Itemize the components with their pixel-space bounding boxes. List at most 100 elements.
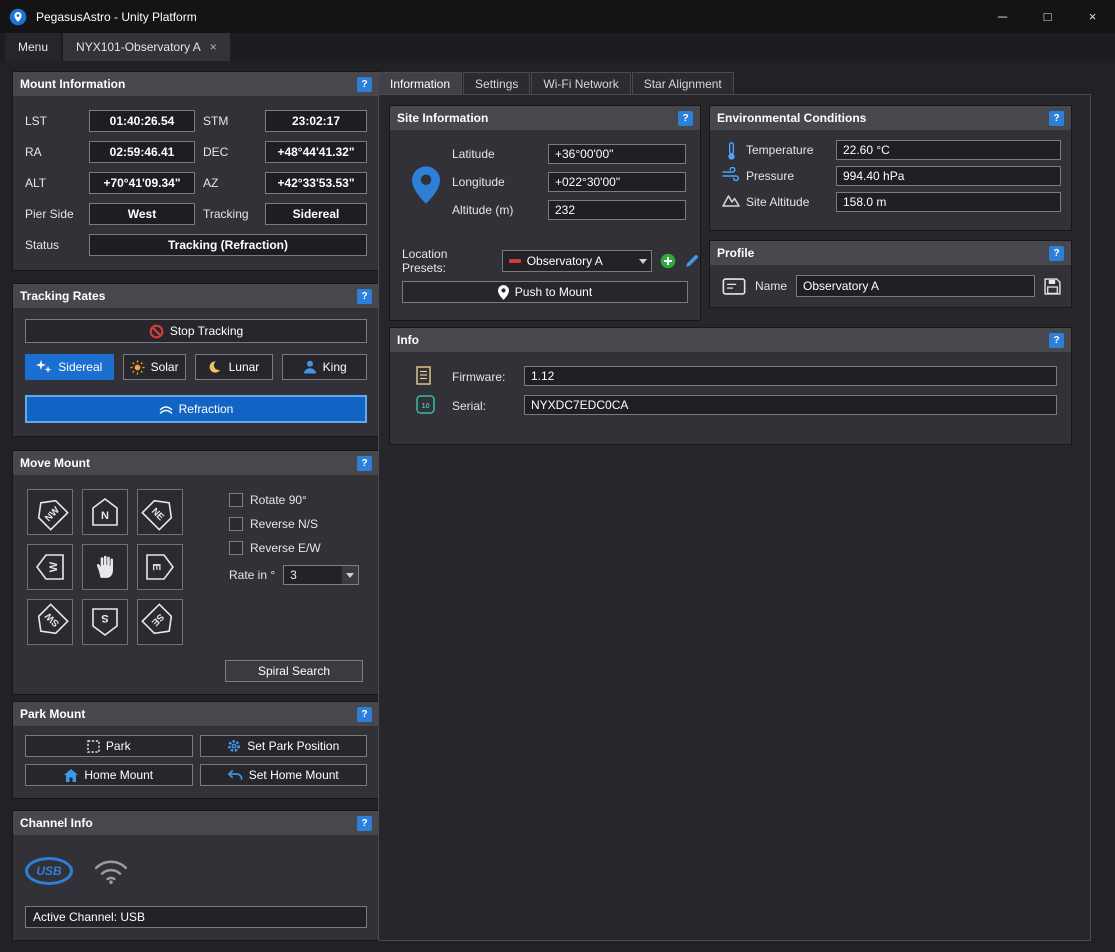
main-tabbar: Menu NYX101-Observatory A × xyxy=(0,33,1115,61)
tab-device[interactable]: NYX101-Observatory A × xyxy=(63,33,230,61)
temperature-label: Temperature xyxy=(746,143,813,157)
serial-row: 10 Serial: NYXDC7EDC0CA xyxy=(390,395,1071,417)
svg-text:W: W xyxy=(48,561,60,572)
stm-label: STM xyxy=(203,114,257,128)
pin-icon xyxy=(498,285,509,300)
sun-icon xyxy=(130,360,145,375)
home-mount-button[interactable]: Home Mount xyxy=(25,764,193,786)
location-preset-select[interactable]: Observatory A xyxy=(502,250,652,272)
e-shield-icon: E xyxy=(144,551,176,583)
close-button[interactable]: × xyxy=(1070,0,1115,33)
reverse-ew-label: Reverse E/W xyxy=(250,541,321,555)
set-park-position-button[interactable]: Set Park Position xyxy=(200,735,368,757)
tab-settings[interactable]: Settings xyxy=(463,72,530,95)
help-icon[interactable]: ? xyxy=(357,77,372,92)
se-shield-icon: SE xyxy=(137,599,182,644)
temperature-value: 22.60 °C xyxy=(836,140,1061,160)
move-ne-button[interactable]: NE xyxy=(137,489,183,535)
s-shield-icon: S xyxy=(89,606,121,638)
latitude-input[interactable] xyxy=(548,144,686,164)
pressure-row: Pressure 994.40 hPa xyxy=(710,166,1071,188)
environmental-conditions-panel: Environmental Conditions ? Temperature 2… xyxy=(709,105,1072,231)
solar-rate-button[interactable]: Solar xyxy=(123,354,186,380)
help-icon[interactable]: ? xyxy=(357,707,372,722)
tab-wifi-network-label: Wi-Fi Network xyxy=(543,77,618,91)
sidereal-rate-button[interactable]: Sidereal xyxy=(25,354,114,380)
edit-preset-icon[interactable] xyxy=(684,253,700,269)
status-value: Tracking (Refraction) xyxy=(89,234,367,256)
pressure-icon xyxy=(721,167,741,181)
altitude-input[interactable] xyxy=(548,200,686,220)
move-e-button[interactable]: E xyxy=(137,544,183,590)
move-s-button[interactable]: S xyxy=(82,599,128,645)
park-mount-panel: Park Mount ? Park Set Park Position xyxy=(12,701,380,799)
profile-title: Profile xyxy=(717,246,1049,260)
lunar-rate-button[interactable]: Lunar xyxy=(195,354,274,380)
site-information-title: Site Information xyxy=(397,111,678,125)
dec-label: DEC xyxy=(203,145,257,159)
move-sw-button[interactable]: SW xyxy=(27,599,73,645)
tab-information[interactable]: Information xyxy=(378,72,462,95)
ra-value: 02:59:46.41 xyxy=(89,141,195,163)
stop-move-button[interactable] xyxy=(82,544,128,590)
tab-star-alignment[interactable]: Star Alignment xyxy=(632,72,734,95)
solar-label: Solar xyxy=(151,360,179,374)
mountain-icon xyxy=(721,193,741,207)
reverse-ew-checkbox[interactable] xyxy=(229,541,243,555)
latitude-row: Latitude xyxy=(390,144,700,164)
pier-side-value: West xyxy=(89,203,195,225)
chevron-down-icon[interactable] xyxy=(635,251,651,271)
help-icon[interactable]: ? xyxy=(357,816,372,831)
alt-label: ALT xyxy=(25,176,81,190)
tracking-rates-title: Tracking Rates xyxy=(20,289,357,303)
reverse-ns-checkbox[interactable] xyxy=(229,517,243,531)
profile-header: Profile ? xyxy=(710,241,1071,265)
tab-close-icon[interactable]: × xyxy=(210,40,217,54)
site-information-panel: Site Information ? Latitude Longitude Al… xyxy=(389,105,701,321)
card-icon xyxy=(722,278,746,295)
push-to-mount-label: Push to Mount xyxy=(515,285,592,299)
park-button[interactable]: Park xyxy=(25,735,193,757)
longitude-input[interactable] xyxy=(548,172,686,192)
add-preset-icon[interactable] xyxy=(660,253,676,269)
rate-select[interactable]: 3 xyxy=(283,565,359,585)
king-rate-button[interactable]: King xyxy=(282,354,367,380)
chevron-down-icon[interactable] xyxy=(342,566,358,584)
rotate-90-checkbox[interactable] xyxy=(229,493,243,507)
rate-row: Rate in ° 3 xyxy=(229,565,369,585)
tab-menu-label: Menu xyxy=(18,40,48,54)
mount-information-title: Mount Information xyxy=(20,77,357,91)
move-se-button[interactable]: SE xyxy=(137,599,183,645)
help-icon[interactable]: ? xyxy=(1049,246,1064,261)
push-to-mount-button[interactable]: Push to Mount xyxy=(402,281,688,303)
king-label: King xyxy=(323,360,347,374)
move-mount-title: Move Mount xyxy=(20,456,357,470)
help-icon[interactable]: ? xyxy=(1049,111,1064,126)
help-icon[interactable]: ? xyxy=(357,456,372,471)
preset-remove-icon[interactable] xyxy=(509,259,521,263)
tab-wifi-network[interactable]: Wi-Fi Network xyxy=(531,72,630,95)
help-icon[interactable]: ? xyxy=(1049,333,1064,348)
spiral-search-button[interactable]: Spiral Search xyxy=(225,660,363,682)
firmware-row: Firmware: 1.12 xyxy=(390,366,1071,388)
tab-menu[interactable]: Menu xyxy=(5,33,61,61)
tracking-label: Tracking xyxy=(203,207,257,221)
serial-value: NYXDC7EDC0CA xyxy=(524,395,1057,415)
mount-information-header: Mount Information ? xyxy=(13,72,379,96)
profile-name-input[interactable] xyxy=(796,275,1035,297)
ra-label: RA xyxy=(25,145,81,159)
move-w-button[interactable]: W xyxy=(27,544,73,590)
stop-tracking-button[interactable]: Stop Tracking xyxy=(25,319,367,343)
help-icon[interactable]: ? xyxy=(678,111,693,126)
lst-value: 01:40:26.54 xyxy=(89,110,195,132)
active-channel-box: Active Channel: USB xyxy=(25,906,367,928)
save-icon[interactable] xyxy=(1044,278,1061,295)
move-nw-button[interactable]: NW xyxy=(27,489,73,535)
help-icon[interactable]: ? xyxy=(357,289,372,304)
move-n-button[interactable]: N xyxy=(82,489,128,535)
mount-info-grid: LST 01:40:26.54 STM 23:02:17 RA 02:59:46… xyxy=(13,96,379,270)
refraction-button[interactable]: Refraction xyxy=(25,395,367,423)
maximize-button[interactable]: □ xyxy=(1025,0,1070,33)
minimize-button[interactable]: ─ xyxy=(980,0,1025,33)
set-home-mount-button[interactable]: Set Home Mount xyxy=(200,764,368,786)
